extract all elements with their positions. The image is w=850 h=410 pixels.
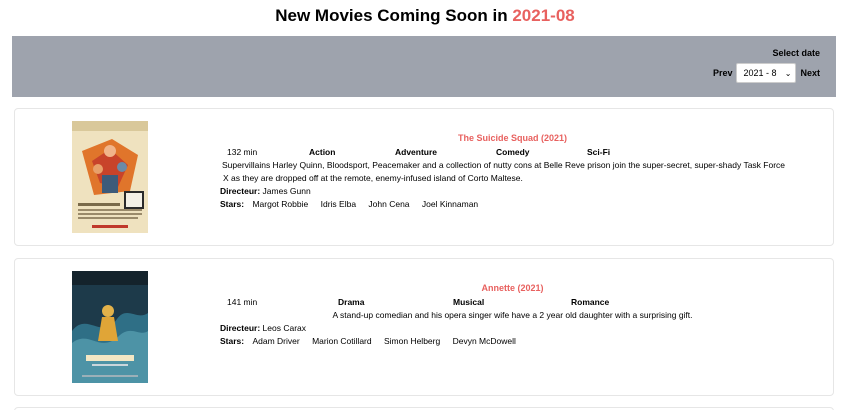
star-name: Margot Robbie bbox=[252, 199, 309, 209]
director-name: Leos Carax bbox=[262, 323, 306, 333]
director-row: Directeur: James Gunn bbox=[220, 186, 311, 196]
movie-card: The Suicide Squad (2021) 132 min Action … bbox=[14, 108, 834, 246]
movie-poster[interactable] bbox=[72, 121, 148, 233]
page-title-month: 2021-08 bbox=[512, 6, 575, 25]
genre-tag: Romance bbox=[571, 297, 610, 307]
date-navigation: Prev 2021 - 8 ⌄ Next bbox=[713, 63, 820, 83]
stars-row: Stars: Adam Driver Marion Cotillard Simo… bbox=[220, 336, 516, 346]
star-name: Adam Driver bbox=[252, 336, 300, 346]
star-name: Marion Cotillard bbox=[312, 336, 372, 346]
genre-tag: Comedy bbox=[496, 147, 530, 157]
star-name: Joel Kinnaman bbox=[421, 199, 479, 209]
prev-month-link[interactable]: Prev bbox=[713, 68, 733, 78]
synopsis-line: Supervillains Harley Quinn, Bloodsport, … bbox=[222, 160, 786, 170]
genre-tag: Action bbox=[309, 147, 336, 157]
stars-label: Stars: bbox=[220, 199, 245, 209]
runtime: 141 min bbox=[227, 297, 258, 307]
movie-title-link[interactable]: The Suicide Squad (2021) bbox=[220, 133, 805, 143]
genre-tag: Sci-Fi bbox=[587, 147, 611, 157]
month-select-value: 2021 - 8 bbox=[743, 68, 777, 78]
date-filter-bar: Select date Prev 2021 - 8 ⌄ Next bbox=[12, 36, 836, 97]
next-month-link[interactable]: Next bbox=[800, 68, 820, 78]
star-name: Simon Helberg bbox=[383, 336, 441, 346]
runtime: 132 min bbox=[227, 147, 258, 157]
genre-tag: Drama bbox=[338, 297, 365, 307]
star-name: Idris Elba bbox=[320, 199, 357, 209]
chevron-down-icon: ⌄ bbox=[784, 68, 792, 78]
director-row: Directeur: Leos Carax bbox=[220, 323, 306, 333]
page-title-text: New Movies Coming Soon in bbox=[275, 6, 508, 25]
genre-tag: Musical bbox=[453, 297, 485, 307]
movie-poster[interactable] bbox=[72, 271, 148, 383]
director-label: Directeur: bbox=[220, 323, 261, 333]
page-title: New Movies Coming Soon in 2021-08 bbox=[0, 6, 850, 26]
select-date-label: Select date bbox=[772, 48, 820, 58]
movie-card: Annette (2021) 141 min Drama Musical Rom… bbox=[14, 258, 834, 396]
movie-synopsis: A stand-up comedian and his opera singer… bbox=[220, 309, 805, 322]
synopsis-line: A stand-up comedian and his opera singer… bbox=[332, 310, 693, 320]
star-name: Devyn McDowell bbox=[452, 336, 516, 346]
stars-row: Stars: Margot Robbie Idris Elba John Cen… bbox=[220, 199, 478, 209]
movie-title-link[interactable]: Annette (2021) bbox=[220, 283, 805, 293]
stars-label: Stars: bbox=[220, 336, 245, 346]
month-select[interactable]: 2021 - 8 ⌄ bbox=[736, 63, 797, 83]
director-label: Directeur: bbox=[220, 186, 261, 196]
synopsis-line: X as they are dropped off at the remote,… bbox=[223, 173, 523, 183]
movie-synopsis: Supervillains Harley Quinn, Bloodsport, … bbox=[222, 159, 807, 185]
genre-tag: Adventure bbox=[395, 147, 438, 157]
star-name: John Cena bbox=[368, 199, 410, 209]
director-name: James Gunn bbox=[262, 186, 311, 196]
